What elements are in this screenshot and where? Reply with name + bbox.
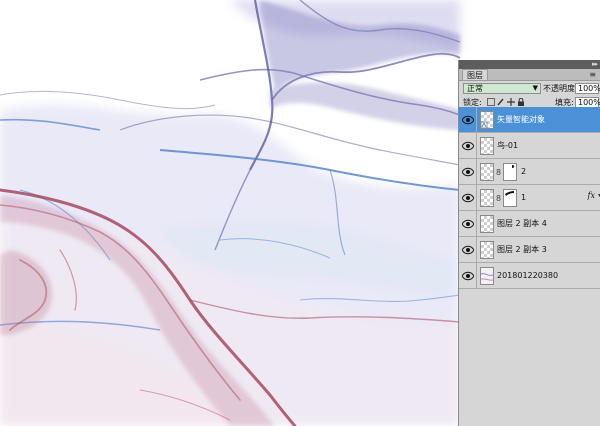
link-icon[interactable]: 8 [496,168,501,177]
visibility-toggle[interactable] [459,159,477,184]
eye-icon [462,219,474,229]
collapse-icon[interactable]: ▸▸ [592,60,598,69]
eye-icon [462,115,474,125]
link-icon[interactable]: 8 [496,194,501,203]
layer-name[interactable]: 矢量智能对象 [497,114,545,125]
panel-tabbar: 图层 ≡ [459,69,600,81]
visibility-toggle[interactable] [459,263,477,288]
smart-object-icon [480,121,488,129]
layer-thumbnail [480,215,494,233]
lock-transparent-icon[interactable] [487,98,495,106]
layer-thumbnail [480,241,494,259]
visibility-toggle[interactable] [459,185,477,210]
eye-icon [462,245,474,255]
layer-name[interactable]: 鸟-01 [497,140,518,151]
opacity-input[interactable]: 100% [575,83,600,94]
layer-row[interactable]: 鸟-01 [459,133,600,159]
layer-name[interactable]: 201801220380 [497,270,558,281]
visibility-toggle[interactable] [459,107,477,132]
layer-name[interactable]: 1 [521,192,526,203]
layer-row[interactable]: 矢量智能对象 [459,107,600,133]
layer-thumbnail [480,137,494,155]
panel-menu-icon[interactable]: ≡ [589,69,596,80]
layer-row[interactable]: 8 1 fx ▾ [459,185,600,211]
layer-mask[interactable] [503,163,517,181]
eye-icon [462,141,474,151]
eye-icon [462,271,474,281]
layer-thumbnail [480,111,494,129]
layer-row[interactable]: 8 2 [459,159,600,185]
blend-mode-select[interactable]: 正常 ▼ [463,83,541,94]
layer-thumbnail [480,267,494,285]
layer-name[interactable]: 图层 2 副本 3 [497,244,547,255]
visibility-toggle[interactable] [459,133,477,158]
layer-mask[interactable] [503,189,517,207]
layer-thumbnail [480,189,494,207]
blend-row: 正常 ▼ 不透明度: 100% [459,81,600,95]
mask-shape-icon [505,191,514,196]
lock-image-icon[interactable] [497,98,505,106]
mask-shape-icon [512,165,515,168]
lock-all-icon[interactable] [517,98,525,106]
layer-name[interactable]: 图层 2 副本 4 [497,218,547,229]
tab-layers[interactable]: 图层 [462,69,488,80]
layer-effects-icon[interactable]: fx [588,191,595,200]
layer-row[interactable]: 图层 2 副本 4 [459,211,600,237]
layer-row[interactable]: 图层 2 副本 3 [459,237,600,263]
lock-position-icon[interactable] [507,98,515,106]
layer-thumbnail [480,163,494,181]
panel-titlebar[interactable]: ▸▸ [459,60,600,69]
eye-icon [462,167,474,177]
chevron-down-icon: ▼ [532,84,538,92]
layers-panel: ▸▸ 图层 ≡ 正常 ▼ 不透明度: 100% 锁定: 填充: 100% 矢量智… [458,60,600,426]
eye-icon [462,193,474,203]
visibility-toggle[interactable] [459,211,477,236]
blend-mode-value: 正常 [467,84,483,93]
opacity-label: 不透明度: [543,84,578,93]
layer-list: 矢量智能对象 鸟-01 8 2 8 1 fx ▾ 图层 2 副本 4 图层 2 … [459,107,600,289]
visibility-toggle[interactable] [459,237,477,262]
image-thumbnail-icon [480,273,494,281]
layer-name[interactable]: 2 [521,166,526,177]
layer-row[interactable]: 201801220380 [459,263,600,289]
